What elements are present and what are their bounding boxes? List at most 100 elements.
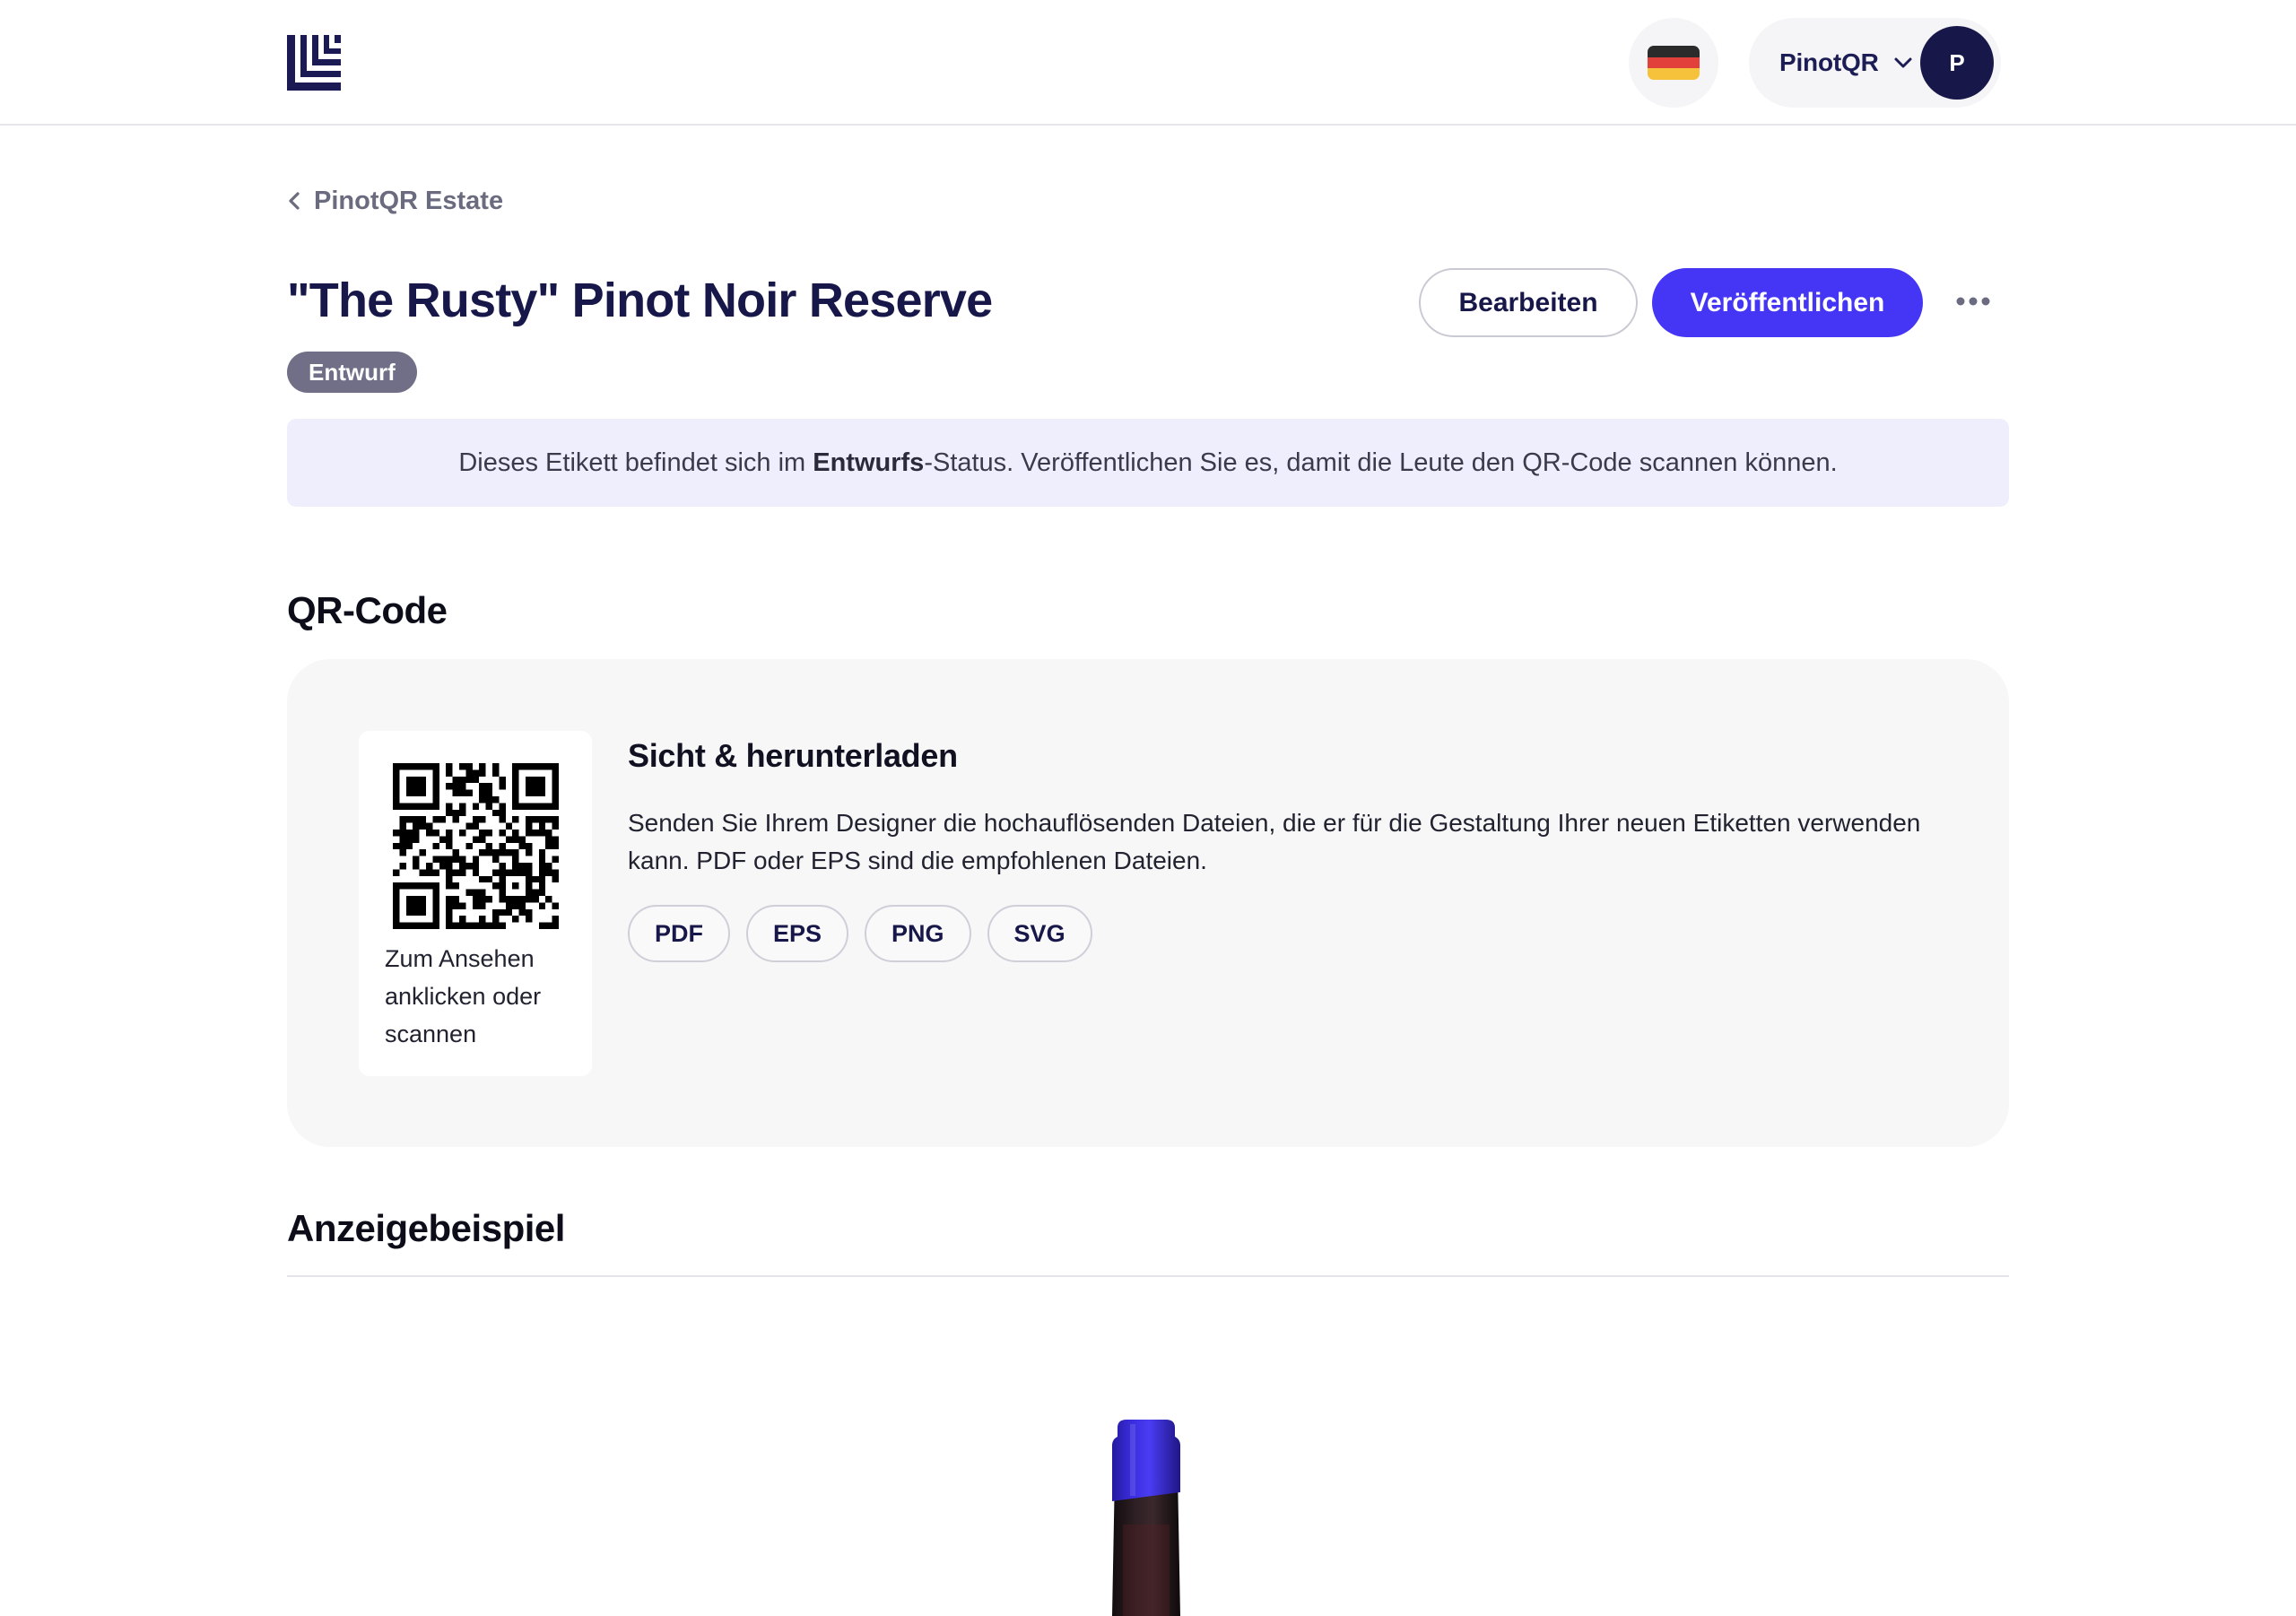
more-horizontal-icon[interactable] [1953,289,1993,314]
qr-module [465,842,473,850]
qr-module [499,783,506,790]
qr-module [499,896,506,903]
qr-card: Zum Ansehen anklicken oder scannen Sicht… [287,659,2009,1147]
qr-module [538,822,546,830]
qr-module [393,908,400,917]
qr-module [465,922,473,929]
qr-module [512,869,519,876]
qr-preview[interactable]: Zum Ansehen anklicken oder scannen [359,731,592,1076]
qr-module [472,856,480,863]
qr-module [426,863,433,870]
qr-module [399,816,406,823]
qr-module [545,763,552,770]
qr-module [439,863,447,870]
qr-module [446,830,453,837]
qr-module [472,863,480,870]
qr-module [459,902,466,909]
qr-module [413,776,420,784]
download-pdf-button[interactable]: PDF [628,905,730,962]
qr-module [426,763,433,770]
download-description: Senden Sie Ihrem Designer die hochauflös… [628,809,1921,874]
qr-module [446,922,453,929]
qr-module [459,783,466,790]
qr-module [499,869,506,876]
qr-module [499,803,506,810]
qr-module [405,789,413,796]
qr-module [479,902,486,909]
qr-module [492,922,500,929]
qr-module [432,796,439,804]
wine-glow [1123,1525,1170,1616]
qr-module [393,803,400,810]
qr-module [393,882,400,890]
qr-module [452,856,459,863]
qr-module [552,763,559,770]
qr-module [512,803,519,810]
qr-module [552,822,559,830]
qr-module [538,869,546,876]
qr-module [432,789,439,796]
qr-module [432,830,439,837]
qr-module [465,889,473,896]
qr-module [526,822,533,830]
qr-module [399,830,406,837]
download-svg-button[interactable]: SVG [987,905,1092,962]
qr-module [532,830,539,837]
qr-module [518,863,526,870]
download-png-button[interactable]: PNG [865,905,971,962]
qr-module [419,822,426,830]
qr-module [526,875,533,883]
qr-module [405,908,413,917]
qr-module [499,922,506,929]
qr-module [518,896,526,903]
qr-module [552,856,559,863]
stacked-l-logo-icon[interactable] [287,35,341,91]
breadcrumb-back-link[interactable]: PinotQR Estate [287,181,503,221]
qr-module [465,776,473,784]
qr-module [405,836,413,843]
qr-module [512,882,519,890]
qr-module [512,896,519,903]
qr-module [526,763,533,770]
qr-module [452,882,459,890]
qr-module [399,849,406,856]
qr-module [393,896,400,903]
qr-module [446,783,453,790]
qr-module [446,863,453,870]
qr-module [465,789,473,796]
qr-module [545,896,552,903]
qr-module [405,803,413,810]
qr-module [526,776,533,784]
publish-button[interactable]: Veröffentlichen [1652,268,1923,337]
qr-module [545,842,552,850]
qr-code-image[interactable] [393,763,559,929]
qr-module [545,869,552,876]
qr-module [459,863,466,870]
qr-module [485,796,492,804]
chevron-down-icon [1894,57,1912,68]
qr-module [446,908,453,917]
qr-module [552,922,559,929]
qr-module [472,822,480,830]
qr-module [512,863,519,870]
qr-module [532,803,539,810]
qr-module [393,796,400,804]
qr-module [446,875,453,883]
qr-module [526,896,533,903]
qr-module [413,789,420,796]
account-menu-button[interactable]: PinotQR P [1749,18,2001,108]
qr-module [552,916,559,923]
qr-module [526,869,533,876]
qr-module [419,902,426,909]
account-name: PinotQR [1779,48,1879,76]
qr-module [532,783,539,790]
edit-button[interactable]: Bearbeiten [1419,268,1638,337]
download-eps-button[interactable]: EPS [746,905,849,962]
qr-module [479,849,486,856]
qr-module [499,776,506,784]
qr-module [393,830,400,837]
qr-module [538,763,546,770]
qr-module [492,882,500,890]
qr-module [552,803,559,810]
language-switcher-button[interactable] [1629,18,1718,108]
